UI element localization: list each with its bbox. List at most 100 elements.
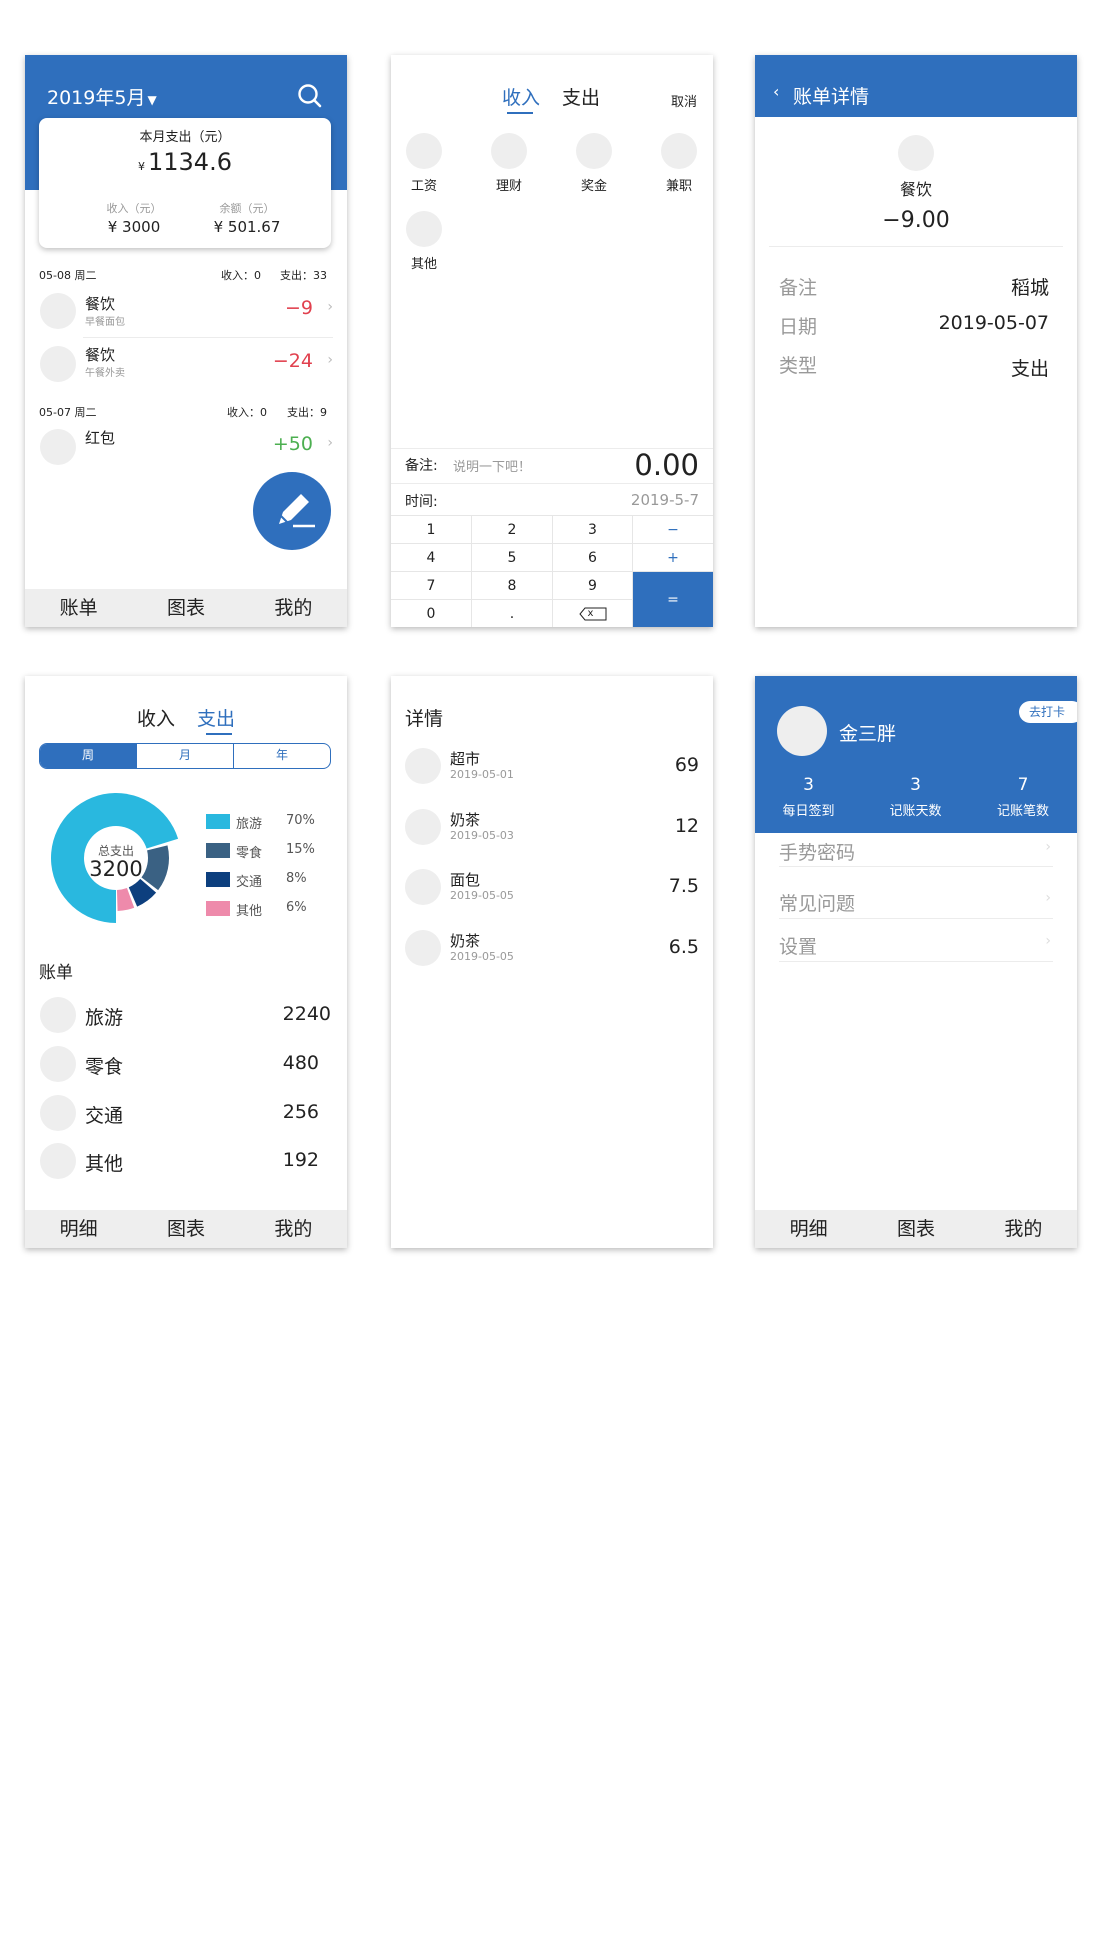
date-label: 日期 xyxy=(779,316,818,338)
category-finance[interactable]: 理财 xyxy=(491,133,527,195)
key-3[interactable]: 3 xyxy=(553,516,633,544)
list-item[interactable]: 零食 480 xyxy=(25,1044,347,1084)
type-label: 类型 xyxy=(779,355,818,377)
group-date: 05-08 周二 xyxy=(39,269,97,282)
tab-expense[interactable]: 支出 xyxy=(562,83,600,110)
menu-item-label: 设置 xyxy=(779,936,818,958)
time-value[interactable]: 2019-5-7 xyxy=(631,491,699,509)
item-name: 奶茶 xyxy=(450,932,481,950)
key-minus[interactable]: − xyxy=(633,516,713,544)
divider xyxy=(779,961,1053,962)
month-selector[interactable]: 2019年5月 ▼ xyxy=(47,83,157,110)
tab-chart[interactable]: 图表 xyxy=(132,589,239,627)
tab-mine[interactable]: 我的 xyxy=(240,1210,347,1248)
category-avatar xyxy=(40,1143,76,1179)
tab-mine[interactable]: 我的 xyxy=(970,1210,1077,1248)
search-icon[interactable] xyxy=(297,83,323,109)
key-1[interactable]: 1 xyxy=(391,516,472,544)
divider xyxy=(779,866,1053,867)
note-value: 稻城 xyxy=(1010,277,1049,299)
category-salary[interactable]: 工资 xyxy=(406,133,442,195)
caret-down-icon: ▼ xyxy=(147,93,157,107)
item-subtitle: 午餐外卖 xyxy=(85,368,125,379)
key-2[interactable]: 2 xyxy=(472,516,553,544)
category-parttime[interactable]: 兼职 xyxy=(661,133,697,195)
item-avatar xyxy=(405,930,441,966)
list-item[interactable]: 其他 192 xyxy=(25,1141,347,1181)
type-value: 支出 xyxy=(1010,358,1049,380)
period-month[interactable]: 月 xyxy=(136,744,233,768)
period-year[interactable]: 年 xyxy=(233,744,330,768)
back-chevron-icon[interactable]: ‹ xyxy=(773,82,779,101)
category-other[interactable]: 其他 xyxy=(406,211,442,273)
list-item[interactable]: 超市 2019-05-01 69 xyxy=(391,746,713,790)
item-amount: +50 xyxy=(272,433,313,455)
key-plus[interactable]: + xyxy=(633,544,713,572)
tab-mine[interactable]: 我的 xyxy=(240,589,347,627)
menu-item-faq[interactable]: 常见问题 › xyxy=(755,884,1077,920)
list-item[interactable]: 餐饮 早餐面包 −9 › xyxy=(25,285,347,337)
menu-item-label: 手势密码 xyxy=(779,842,856,864)
chevron-right-icon: › xyxy=(1045,839,1051,855)
key-dot[interactable]: . xyxy=(472,600,553,627)
avatar[interactable] xyxy=(777,706,827,756)
key-5[interactable]: 5 xyxy=(472,544,553,572)
key-4[interactable]: 4 xyxy=(391,544,472,572)
legend-swatch xyxy=(206,814,230,829)
key-6[interactable]: 6 xyxy=(553,544,633,572)
list-item[interactable]: 奶茶 2019-05-03 12 xyxy=(391,807,713,851)
key-7[interactable]: 7 xyxy=(391,572,472,600)
menu-item-label: 常见问题 xyxy=(779,893,856,915)
tab-income[interactable]: 收入 xyxy=(137,704,175,731)
active-tab-indicator xyxy=(206,733,232,735)
legend-swatch xyxy=(206,872,230,887)
legend-swatch xyxy=(206,901,230,916)
key-backspace[interactable]: x xyxy=(553,600,633,627)
category-bonus[interactable]: 奖金 xyxy=(576,133,612,195)
category-label: 其他 xyxy=(410,257,437,272)
item-value: 6.5 xyxy=(668,936,699,958)
group-expense: 支出：33 xyxy=(280,269,327,282)
menu-item-gesture-password[interactable]: 手势密码 › xyxy=(755,833,1077,869)
key-0[interactable]: 0 xyxy=(391,600,472,627)
checkin-button[interactable]: 去打卡 xyxy=(1019,701,1077,723)
tab-chart[interactable]: 图表 xyxy=(862,1210,969,1248)
list-item[interactable]: 面包 2019-05-05 7.5 xyxy=(391,867,713,911)
chevron-right-icon: › xyxy=(327,435,333,451)
list-item[interactable]: 红包 +50 › xyxy=(25,421,347,473)
key-equals[interactable]: = xyxy=(633,572,713,627)
balance-value: ¥ 501.67 xyxy=(213,218,281,236)
item-amount: −24 xyxy=(272,350,313,372)
key-9[interactable]: 9 xyxy=(553,572,633,600)
tab-detail[interactable]: 明细 xyxy=(25,1210,132,1248)
item-avatar xyxy=(405,748,441,784)
income-label: 收入（元） xyxy=(106,202,162,215)
item-avatar xyxy=(405,869,441,905)
tab-income[interactable]: 收入 xyxy=(502,83,540,110)
profile-screen: 金三胖 去打卡 3 每日签到 3 记账天数 7 记账笔数 手势密码 › 常见问题… xyxy=(755,676,1077,1248)
month-label: 2019年5月 xyxy=(47,87,146,109)
legend-percent: 70% xyxy=(286,813,315,828)
tab-bill[interactable]: 账单 xyxy=(25,589,132,627)
list-item[interactable]: 旅游 2240 xyxy=(25,995,347,1035)
category-avatar xyxy=(40,1046,76,1082)
period-week[interactable]: 周 xyxy=(40,744,136,768)
item-name: 奶茶 xyxy=(450,811,481,829)
category-label: 工资 xyxy=(410,179,437,194)
key-8[interactable]: 8 xyxy=(472,572,553,600)
menu-item-settings[interactable]: 设置 › xyxy=(755,927,1077,963)
list-item[interactable]: 奶茶 2019-05-05 6.5 xyxy=(391,928,713,972)
note-input[interactable]: 说明一下吧！ xyxy=(453,456,531,475)
tab-chart[interactable]: 图表 xyxy=(132,1210,239,1248)
category-avatar xyxy=(40,346,76,382)
list-item[interactable]: 交通 256 xyxy=(25,1093,347,1133)
legend-label: 其他 xyxy=(236,904,263,919)
tab-expense[interactable]: 支出 xyxy=(197,704,235,731)
tab-detail[interactable]: 明细 xyxy=(755,1210,862,1248)
chevron-right-icon: › xyxy=(1045,890,1051,906)
add-record-button[interactable] xyxy=(253,472,331,550)
list-item[interactable]: 餐饮 午餐外卖 −24 › xyxy=(25,338,347,390)
cancel-button[interactable]: 取消 xyxy=(671,91,697,110)
item-date: 2019-05-01 xyxy=(450,768,514,781)
chevron-right-icon: › xyxy=(1045,933,1051,949)
